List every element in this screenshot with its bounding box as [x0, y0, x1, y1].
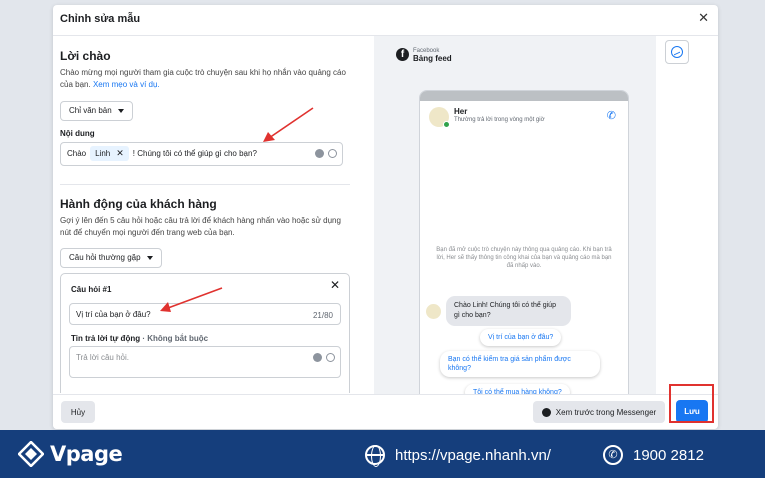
online-indicator: [443, 121, 450, 128]
chip-label: Linh: [95, 149, 111, 158]
chip-remove-icon[interactable]: ✕: [116, 148, 124, 159]
quick-reply-1[interactable]: Vị trí của bạn ở đâu?: [480, 329, 562, 346]
facebook-icon: f: [396, 48, 409, 61]
phone-call-icon[interactable]: ✆: [607, 109, 616, 122]
avatar: [426, 303, 441, 319]
website: https://vpage.nhanh.vn/: [365, 445, 551, 467]
customer-actions-heading: Hành động của khách hàng: [60, 197, 217, 211]
placement-header: f Facebook Bảng feed: [396, 48, 452, 63]
bot-message-row: Chào Linh! Chúng tôi có thể giúp gì cho …: [426, 296, 571, 326]
ad-preview-panel: f Facebook Bảng feed Her Thường trả lời …: [374, 36, 656, 398]
question-title: Câu hỏi #1: [71, 285, 112, 294]
brand: Vpage: [18, 441, 123, 467]
phone-mockup: Her Thường trả lời trong vòng một giờ ✆ …: [420, 91, 628, 398]
messenger-preview-toggle[interactable]: [665, 40, 689, 64]
preview-messenger-button[interactable]: Xem trước trong Messenger: [533, 401, 665, 423]
action-type-select[interactable]: Câu hỏi thường gặp: [60, 247, 162, 268]
website-url[interactable]: https://vpage.nhanh.vn/: [395, 447, 551, 464]
conversation-notice: Bạn đã mở cuộc trò chuyện này thông qua …: [436, 247, 612, 269]
auto-reply-label: Tin trả lời tự động · Không bắt buộc: [71, 334, 208, 343]
close-icon[interactable]: ✕: [330, 278, 340, 292]
emoji-icon[interactable]: [313, 353, 322, 362]
response-status: Thường trả lời trong vòng một giờ: [454, 117, 545, 123]
personalize-icon[interactable]: [328, 148, 337, 158]
action-type-value: Câu hỏi thường gặp: [69, 253, 141, 262]
char-counter: 21/80: [312, 311, 333, 320]
edit-template-dialog: Chỉnh sửa mẫu ✕ Lời chào Chào mừng mọi n…: [53, 5, 718, 429]
phone-icon: ✆: [603, 445, 623, 465]
greeting-description: Chào mừng mọi người tham gia cuộc trò ch…: [60, 67, 350, 91]
customer-actions-description: Gợi ý lên đến 5 câu hỏi hoặc câu trả lời…: [60, 216, 341, 237]
format-select[interactable]: Chỉ văn bản: [60, 100, 133, 121]
customer-actions-section: Hành động của khách hàng Gợi ý lên đến 5…: [60, 197, 350, 268]
greeting-text-before: Chào: [67, 149, 87, 158]
quick-reply-2[interactable]: Bạn có thể kiểm tra giá sản phẩm được kh…: [440, 351, 600, 377]
auto-reply-placeholder: Trả lời câu hỏi.: [76, 353, 129, 362]
brand-name: Vpage: [50, 442, 123, 466]
avatar: [429, 107, 450, 128]
section-divider: [60, 184, 350, 185]
caret-down-icon: [146, 255, 153, 260]
messenger-icon: [541, 407, 551, 417]
greeting-text-after: ! Chúng tôi có thể giúp gì cho bạn?: [132, 149, 257, 158]
dialog-footer: Hủy Xem trước trong Messenger Lưu: [53, 394, 718, 429]
auto-reply-label-text: Tin trả lời tự động: [71, 334, 141, 343]
globe-icon: [365, 445, 385, 467]
annotation-arrow-greeting: [263, 107, 314, 142]
hotline: ✆ 1900 2812: [603, 445, 704, 465]
greeting-heading: Lời chào: [60, 49, 111, 63]
question-value: Vị trí của bạn ở đâu?: [76, 309, 151, 319]
phone-status-bar: [420, 91, 628, 101]
input-tools: [313, 353, 335, 362]
preview-messenger-label: Xem trước trong Messenger: [555, 407, 657, 417]
hotline-number[interactable]: 1900 2812: [633, 447, 704, 464]
cancel-button[interactable]: Hủy: [61, 401, 95, 423]
bot-message: Chào Linh! Chúng tôi có thể giúp gì cho …: [446, 296, 571, 326]
format-select-value: Chỉ văn bản: [69, 106, 112, 115]
editor-panel[interactable]: Lời chào Chào mừng mọi người tham gia cu…: [53, 36, 358, 393]
messenger-icon: [671, 46, 683, 58]
vpage-banner: Vpage https://vpage.nhanh.vn/ ✆ 1900 281…: [0, 430, 765, 478]
dialog-title: Chỉnh sửa mẫu: [60, 13, 141, 25]
chat-header: Her Thường trả lời trong vòng một giờ: [429, 107, 545, 128]
page-name: Her: [454, 107, 468, 116]
annotation-arrow-question: [160, 287, 223, 312]
auto-reply-input[interactable]: Trả lời câu hỏi.: [69, 346, 341, 378]
placement-label: Bảng feed: [413, 54, 452, 63]
save-highlight-box: [669, 384, 714, 423]
tips-link[interactable]: Xem mẹo và ví dụ.: [93, 80, 160, 89]
caret-down-icon: [117, 108, 124, 113]
close-icon[interactable]: ✕: [698, 10, 709, 26]
optional-tag: · Không bắt buộc: [142, 334, 209, 343]
personalize-icon[interactable]: [326, 353, 335, 362]
vpage-logo-icon: [18, 441, 44, 467]
name-chip[interactable]: Linh ✕: [90, 146, 129, 161]
